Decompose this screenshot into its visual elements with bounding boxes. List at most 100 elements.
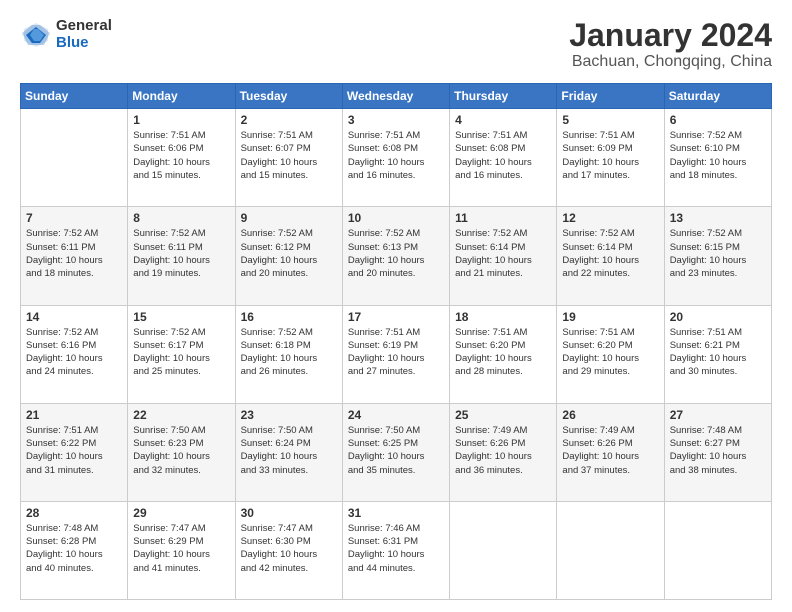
day-number: 13: [670, 211, 766, 225]
day-info: Sunrise: 7:50 AM Sunset: 6:23 PM Dayligh…: [133, 424, 229, 477]
day-info: Sunrise: 7:51 AM Sunset: 6:06 PM Dayligh…: [133, 129, 229, 182]
logo-blue-text: Blue: [56, 35, 112, 52]
day-number: 6: [670, 113, 766, 127]
day-info: Sunrise: 7:52 AM Sunset: 6:17 PM Dayligh…: [133, 326, 229, 379]
calendar-cell: 24Sunrise: 7:50 AM Sunset: 6:25 PM Dayli…: [342, 403, 449, 501]
day-number: 20: [670, 310, 766, 324]
day-info: Sunrise: 7:52 AM Sunset: 6:11 PM Dayligh…: [26, 227, 122, 280]
day-number: 26: [562, 408, 658, 422]
day-number: 31: [348, 506, 444, 520]
day-number: 30: [241, 506, 337, 520]
day-info: Sunrise: 7:51 AM Sunset: 6:20 PM Dayligh…: [455, 326, 551, 379]
week-row-4: 28Sunrise: 7:48 AM Sunset: 6:28 PM Dayli…: [21, 501, 772, 599]
day-info: Sunrise: 7:47 AM Sunset: 6:30 PM Dayligh…: [241, 522, 337, 575]
calendar-cell: [21, 109, 128, 207]
day-info: Sunrise: 7:51 AM Sunset: 6:08 PM Dayligh…: [348, 129, 444, 182]
calendar-cell: 27 Sunrise: 7:48 AM Sunset: 6:27 PM Dayli…: [664, 403, 771, 501]
calendar-title: January 2024: [569, 18, 772, 53]
week-row-2: 14Sunrise: 7:52 AM Sunset: 6:16 PM Dayli…: [21, 305, 772, 403]
logo-text: General Blue: [56, 18, 112, 51]
day-number: 25: [455, 408, 551, 422]
calendar-cell: 8 Sunrise: 7:52 AM Sunset: 6:11 PM Daylig…: [128, 207, 235, 305]
day-info: Sunrise: 7:46 AM Sunset: 6:31 PM Dayligh…: [348, 522, 444, 575]
calendar-cell: 16Sunrise: 7:52 AM Sunset: 6:18 PM Dayli…: [235, 305, 342, 403]
day-header-sunday: Sunday: [21, 84, 128, 109]
day-number: 17: [348, 310, 444, 324]
day-number: 5: [562, 113, 658, 127]
calendar-cell: 23 Sunrise: 7:50 AM Sunset: 6:24 PM Dayli…: [235, 403, 342, 501]
day-header-monday: Monday: [128, 84, 235, 109]
calendar-cell: 11Sunrise: 7:52 AM Sunset: 6:14 PM Dayli…: [450, 207, 557, 305]
day-number: 19: [562, 310, 658, 324]
week-row-0: 1 Sunrise: 7:51 AM Sunset: 6:06 PM Daylig…: [21, 109, 772, 207]
calendar-cell: [450, 501, 557, 599]
day-number: 4: [455, 113, 551, 127]
day-info: Sunrise: 7:48 AM Sunset: 6:27 PM Dayligh…: [670, 424, 766, 477]
page: General Blue January 2024 Bachuan, Chong…: [0, 0, 792, 612]
calendar-cell: 15 Sunrise: 7:52 AM Sunset: 6:17 PM Dayli…: [128, 305, 235, 403]
day-number: 21: [26, 408, 122, 422]
day-info: Sunrise: 7:47 AM Sunset: 6:29 PM Dayligh…: [133, 522, 229, 575]
day-number: 10: [348, 211, 444, 225]
calendar-cell: 20 Sunrise: 7:51 AM Sunset: 6:21 PM Dayli…: [664, 305, 771, 403]
day-number: 2: [241, 113, 337, 127]
day-info: Sunrise: 7:49 AM Sunset: 6:26 PM Dayligh…: [562, 424, 658, 477]
day-info: Sunrise: 7:52 AM Sunset: 6:10 PM Dayligh…: [670, 129, 766, 182]
calendar-cell: 13 Sunrise: 7:52 AM Sunset: 6:15 PM Dayli…: [664, 207, 771, 305]
calendar-cell: 21 Sunrise: 7:51 AM Sunset: 6:22 PM Dayli…: [21, 403, 128, 501]
day-info: Sunrise: 7:52 AM Sunset: 6:12 PM Dayligh…: [241, 227, 337, 280]
calendar-cell: 17 Sunrise: 7:51 AM Sunset: 6:19 PM Dayli…: [342, 305, 449, 403]
week-row-1: 7Sunrise: 7:52 AM Sunset: 6:11 PM Daylig…: [21, 207, 772, 305]
day-number: 9: [241, 211, 337, 225]
calendar-cell: 7Sunrise: 7:52 AM Sunset: 6:11 PM Daylig…: [21, 207, 128, 305]
calendar-cell: 2 Sunrise: 7:51 AM Sunset: 6:07 PM Daylig…: [235, 109, 342, 207]
day-info: Sunrise: 7:48 AM Sunset: 6:28 PM Dayligh…: [26, 522, 122, 575]
day-number: 1: [133, 113, 229, 127]
calendar-cell: 3 Sunrise: 7:51 AM Sunset: 6:08 PM Daylig…: [342, 109, 449, 207]
day-number: 15: [133, 310, 229, 324]
day-number: 16: [241, 310, 337, 324]
day-number: 23: [241, 408, 337, 422]
day-header-wednesday: Wednesday: [342, 84, 449, 109]
day-info: Sunrise: 7:51 AM Sunset: 6:19 PM Dayligh…: [348, 326, 444, 379]
day-info: Sunrise: 7:51 AM Sunset: 6:08 PM Dayligh…: [455, 129, 551, 182]
day-number: 22: [133, 408, 229, 422]
day-info: Sunrise: 7:50 AM Sunset: 6:24 PM Dayligh…: [241, 424, 337, 477]
day-info: Sunrise: 7:51 AM Sunset: 6:20 PM Dayligh…: [562, 326, 658, 379]
day-header-tuesday: Tuesday: [235, 84, 342, 109]
calendar-cell: 9 Sunrise: 7:52 AM Sunset: 6:12 PM Daylig…: [235, 207, 342, 305]
calendar-table: SundayMondayTuesdayWednesdayThursdayFrid…: [20, 83, 772, 600]
day-info: Sunrise: 7:51 AM Sunset: 6:22 PM Dayligh…: [26, 424, 122, 477]
day-info: Sunrise: 7:52 AM Sunset: 6:13 PM Dayligh…: [348, 227, 444, 280]
day-header-saturday: Saturday: [664, 84, 771, 109]
header-row: SundayMondayTuesdayWednesdayThursdayFrid…: [21, 84, 772, 109]
day-info: Sunrise: 7:49 AM Sunset: 6:26 PM Dayligh…: [455, 424, 551, 477]
day-info: Sunrise: 7:51 AM Sunset: 6:21 PM Dayligh…: [670, 326, 766, 379]
calendar-cell: 30 Sunrise: 7:47 AM Sunset: 6:30 PM Dayli…: [235, 501, 342, 599]
day-number: 29: [133, 506, 229, 520]
week-row-3: 21 Sunrise: 7:51 AM Sunset: 6:22 PM Dayli…: [21, 403, 772, 501]
calendar-cell: 12 Sunrise: 7:52 AM Sunset: 6:14 PM Dayli…: [557, 207, 664, 305]
day-number: 12: [562, 211, 658, 225]
day-info: Sunrise: 7:52 AM Sunset: 6:15 PM Dayligh…: [670, 227, 766, 280]
day-number: 8: [133, 211, 229, 225]
calendar-cell: 19 Sunrise: 7:51 AM Sunset: 6:20 PM Dayli…: [557, 305, 664, 403]
calendar-cell: [557, 501, 664, 599]
calendar-cell: 22 Sunrise: 7:50 AM Sunset: 6:23 PM Dayli…: [128, 403, 235, 501]
day-info: Sunrise: 7:52 AM Sunset: 6:11 PM Dayligh…: [133, 227, 229, 280]
calendar-cell: 5Sunrise: 7:51 AM Sunset: 6:09 PM Daylig…: [557, 109, 664, 207]
day-info: Sunrise: 7:51 AM Sunset: 6:07 PM Dayligh…: [241, 129, 337, 182]
logo-icon: [20, 19, 52, 51]
calendar-cell: [664, 501, 771, 599]
day-number: 27: [670, 408, 766, 422]
calendar-cell: 28Sunrise: 7:48 AM Sunset: 6:28 PM Dayli…: [21, 501, 128, 599]
day-info: Sunrise: 7:52 AM Sunset: 6:14 PM Dayligh…: [562, 227, 658, 280]
day-info: Sunrise: 7:52 AM Sunset: 6:14 PM Dayligh…: [455, 227, 551, 280]
day-info: Sunrise: 7:50 AM Sunset: 6:25 PM Dayligh…: [348, 424, 444, 477]
calendar-cell: 4 Sunrise: 7:51 AM Sunset: 6:08 PM Daylig…: [450, 109, 557, 207]
calendar-cell: 14Sunrise: 7:52 AM Sunset: 6:16 PM Dayli…: [21, 305, 128, 403]
calendar-subtitle: Bachuan, Chongqing, China: [569, 53, 772, 71]
day-number: 3: [348, 113, 444, 127]
day-number: 18: [455, 310, 551, 324]
day-number: 14: [26, 310, 122, 324]
